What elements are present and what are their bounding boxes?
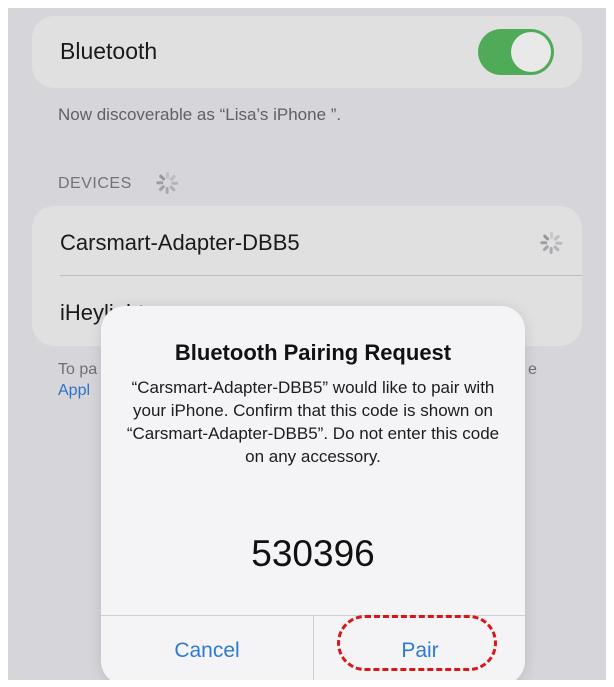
settings-screen: Bluetooth Now discoverable as “Lisa’s iP… bbox=[8, 8, 606, 680]
dialog-message: “Carsmart-Adapter-DBB5” would like to pa… bbox=[126, 378, 500, 466]
cancel-button[interactable]: Cancel bbox=[101, 616, 313, 680]
pair-highlight-circle bbox=[337, 615, 497, 671]
pairing-code: 530396 bbox=[251, 533, 375, 574]
dialog-title: Bluetooth Pairing Request bbox=[174, 340, 452, 365]
